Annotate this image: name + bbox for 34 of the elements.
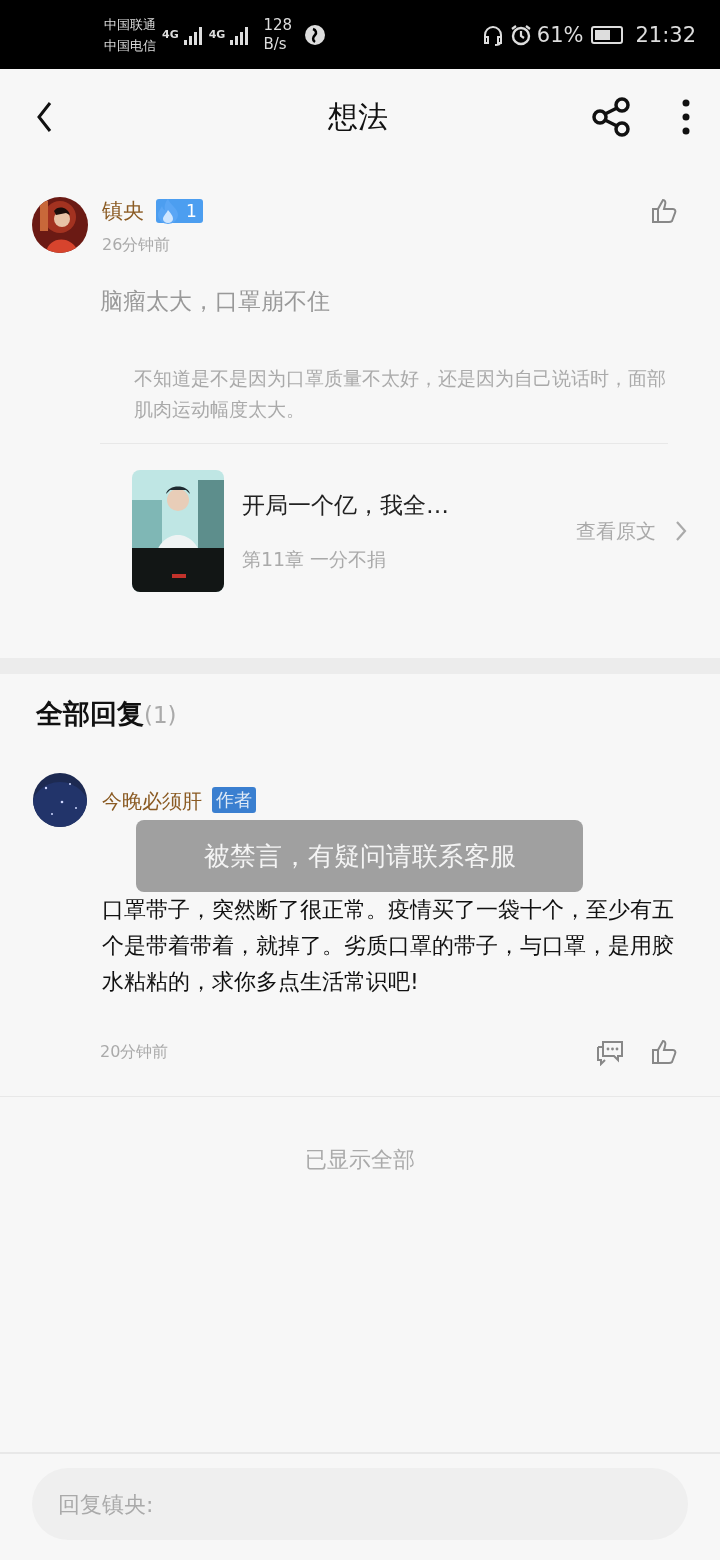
carrier-name: 中国联通 bbox=[104, 15, 156, 34]
thumbs-up-icon[interactable] bbox=[650, 1038, 678, 1066]
quote-text: 不知道是不是因为口罩质量不太好，还是因为自己说话时，面部肌肉运动幅度太大。 bbox=[100, 363, 668, 444]
network-speed: 128 bbox=[263, 15, 292, 35]
chevron-right-icon bbox=[674, 519, 688, 543]
comment-icon[interactable] bbox=[596, 1038, 624, 1066]
reply-time: 20分钟前 bbox=[100, 1041, 169, 1063]
globe-icon bbox=[304, 23, 326, 46]
network-speed: B/s bbox=[263, 34, 288, 54]
post-text: 脑瘤太大，口罩崩不住 bbox=[100, 287, 331, 316]
network-type: 4G bbox=[162, 28, 179, 41]
flame-icon bbox=[156, 198, 180, 224]
battery-icon bbox=[591, 25, 624, 44]
toast-message: 被禁言，有疑问请联系客服 bbox=[136, 820, 583, 892]
thumbs-up-icon[interactable] bbox=[650, 197, 678, 225]
network-type: 4G bbox=[208, 28, 226, 41]
post-time: 26分钟前 bbox=[102, 235, 172, 256]
username[interactable]: 镇央 bbox=[102, 197, 144, 225]
battery-percent: 61% bbox=[536, 22, 584, 47]
chapter-label: 第11章 一分不捐 bbox=[242, 546, 388, 572]
book-card[interactable]: 开局一个亿，我全… 第11章 一分不捐 查看原文 bbox=[132, 470, 688, 592]
end-note: 已显示全部 bbox=[304, 1146, 416, 1174]
page-title: 想法 bbox=[327, 97, 389, 136]
level-badge: 1 bbox=[156, 199, 203, 223]
author-tag: 作者 bbox=[212, 787, 256, 813]
reply-input[interactable]: 回复镇央: bbox=[32, 1468, 688, 1540]
reply-count: (1) bbox=[144, 702, 177, 728]
clock: 21:32 bbox=[635, 22, 696, 47]
more-icon[interactable] bbox=[680, 97, 692, 137]
carrier-name: 中国电信 bbox=[104, 36, 156, 55]
section-title: 全部回复 bbox=[36, 697, 144, 731]
book-title: 开局一个亿，我全… bbox=[242, 490, 450, 520]
reply-text: 口罩带子，突然断了很正常。疫情买了一袋十个，至少有五个是带着带着，就掉了。劣质口罩的带子，与口罩，是用胶水粘粘的，求你多点生活常识吧! bbox=[102, 896, 675, 996]
username[interactable]: 今晚必须肝 bbox=[102, 788, 202, 815]
